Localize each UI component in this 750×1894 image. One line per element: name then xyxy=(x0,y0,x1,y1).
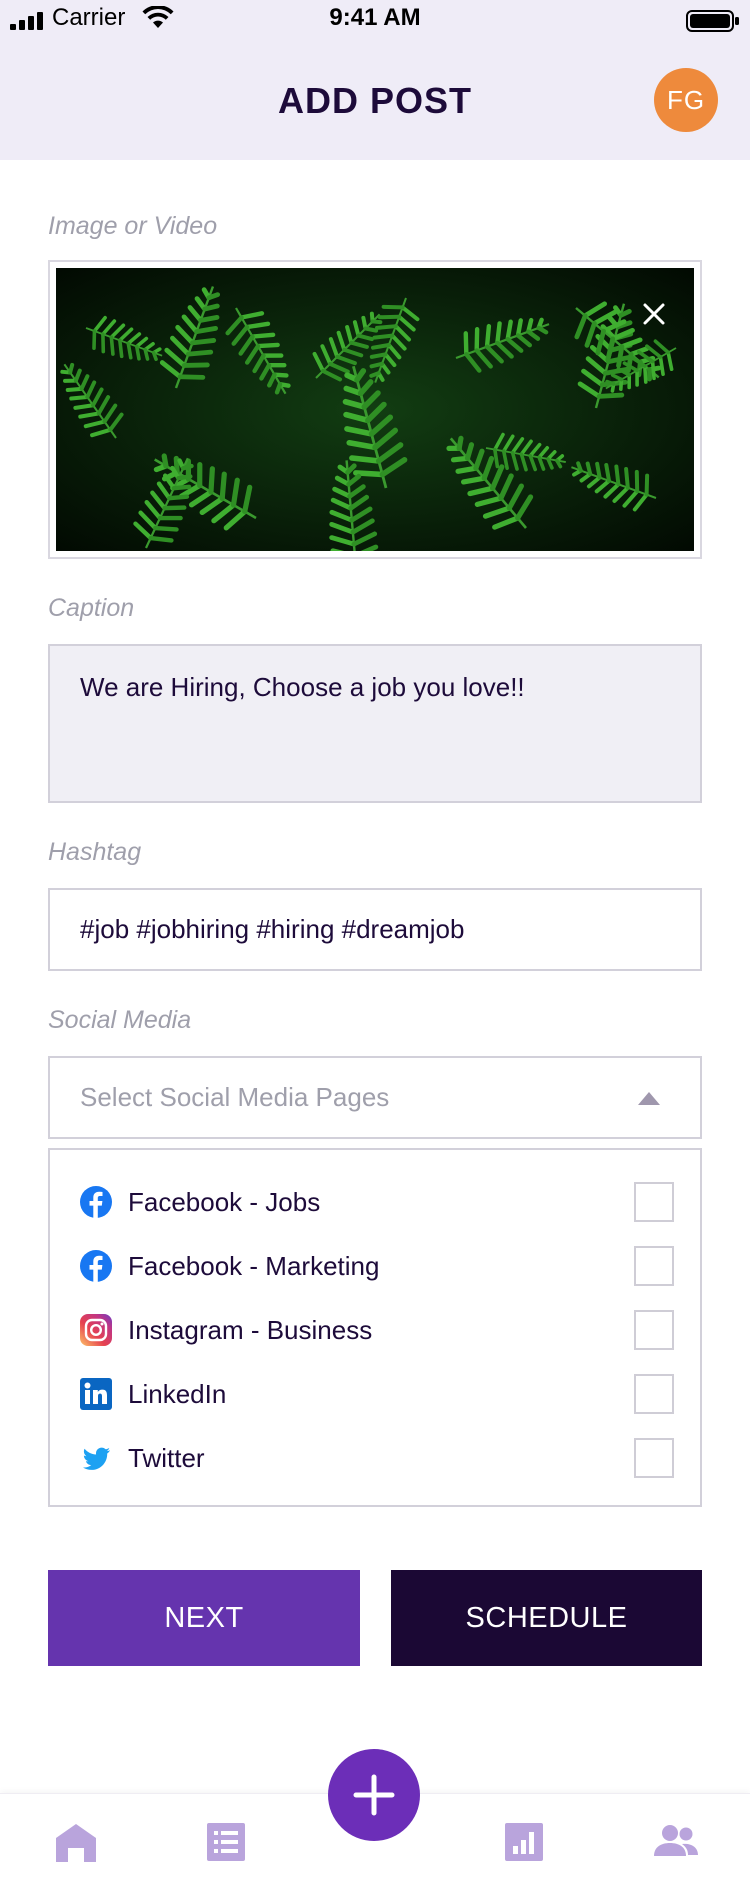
option-checkbox[interactable] xyxy=(634,1182,674,1222)
hashtag-label: Hashtag xyxy=(48,838,142,866)
option-label: Twitter xyxy=(128,1442,205,1473)
option-facebook-marketing[interactable]: Facebook - Marketing xyxy=(80,1244,674,1288)
top-bar: Carrier 9:41 AM ADD POST FG xyxy=(0,0,750,160)
social-media-select[interactable]: Select Social Media Pages xyxy=(48,1056,702,1139)
option-label: LinkedIn xyxy=(128,1378,227,1409)
plus-icon xyxy=(353,1774,395,1816)
add-post-button[interactable] xyxy=(328,1749,420,1841)
social-media-options: Facebook - Jobs Facebook - Marketing Ins… xyxy=(48,1148,702,1507)
option-instagram-business[interactable]: Instagram - Business xyxy=(80,1308,674,1352)
option-label: Instagram - Business xyxy=(128,1314,373,1345)
list-icon[interactable] xyxy=(204,1820,248,1864)
option-label: Facebook - Marketing xyxy=(128,1250,380,1281)
avatar-initials: FG xyxy=(666,84,706,115)
next-button[interactable]: NEXT xyxy=(48,1570,360,1666)
avatar[interactable]: FG xyxy=(654,68,718,132)
twitter-icon xyxy=(82,1447,110,1470)
media-preview-image xyxy=(56,268,694,551)
social-media-placeholder: Select Social Media Pages xyxy=(80,1082,390,1112)
option-checkbox[interactable] xyxy=(634,1374,674,1414)
hashtag-input[interactable]: #job #jobhiring #hiring #dreamjob xyxy=(48,888,702,971)
facebook-icon xyxy=(80,1250,112,1282)
status-time: 9:41 AM xyxy=(329,4,421,31)
option-twitter[interactable]: Twitter xyxy=(80,1436,674,1480)
option-checkbox[interactable] xyxy=(634,1310,674,1350)
status-bar: Carrier 9:41 AM xyxy=(0,0,750,40)
option-facebook-jobs[interactable]: Facebook - Jobs xyxy=(80,1180,674,1224)
instagram-icon xyxy=(80,1314,112,1346)
analytics-icon[interactable] xyxy=(502,1820,546,1864)
facebook-icon xyxy=(80,1186,112,1218)
option-linkedin[interactable]: LinkedIn xyxy=(80,1372,674,1416)
people-icon[interactable] xyxy=(652,1820,700,1864)
option-label: Facebook - Jobs xyxy=(128,1186,321,1217)
option-checkbox[interactable] xyxy=(634,1246,674,1286)
media-field[interactable] xyxy=(48,260,702,559)
close-icon[interactable] xyxy=(638,298,670,330)
media-label: Image or Video xyxy=(48,212,218,240)
page-title: ADD POST xyxy=(277,80,472,121)
battery-icon xyxy=(686,10,739,32)
linkedin-icon xyxy=(80,1378,112,1410)
schedule-button[interactable]: SCHEDULE xyxy=(391,1570,702,1666)
caption-textarea[interactable]: We are Hiring, Choose a job you love!! xyxy=(48,644,702,803)
chevron-up-icon xyxy=(638,1092,660,1105)
social-media-label: Social Media xyxy=(48,1006,192,1034)
option-checkbox[interactable] xyxy=(634,1438,674,1478)
caption-label: Caption xyxy=(48,594,135,622)
home-icon[interactable] xyxy=(54,1820,98,1864)
